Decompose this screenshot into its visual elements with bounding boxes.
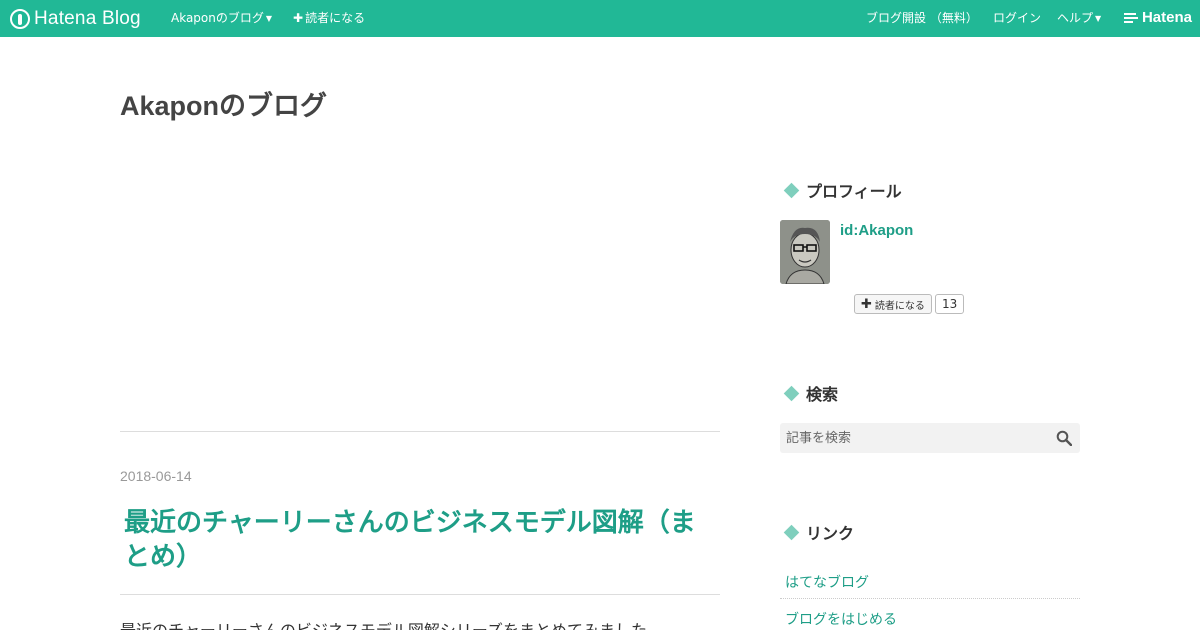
entry-title[interactable]: 最近のチャーリーさんのビジネスモデル図解（まとめ） (124, 506, 720, 574)
search-input[interactable] (780, 423, 1050, 453)
subscribe-button[interactable]: ✚ 読者になる (854, 294, 932, 314)
hatena-blog-logo[interactable]: Hatena Blog (10, 7, 141, 31)
subscribe-button-label: 読者になる (874, 300, 925, 312)
global-header: Hatena Blog Akaponのブログ ▼ ✚ 読者になる ブログ開設 （無料… (0, 0, 1200, 37)
link-item-start-blog[interactable]: ブログをはじめる (780, 599, 1080, 630)
brand-text: Hatena (1141, 9, 1192, 26)
divider (120, 431, 720, 432)
links-heading: リンク (783, 520, 855, 544)
logo-text: Hatena Blog (34, 8, 141, 29)
help-label: ヘルプ (1057, 11, 1094, 25)
link-item-hatena-blog[interactable]: はてなブログ (780, 562, 1080, 599)
header-subscribe-link[interactable]: ✚ 読者になる (293, 10, 365, 26)
login-link[interactable]: ログイン (993, 10, 1041, 26)
hatena-blog-logo-icon (10, 9, 30, 29)
caret-down-icon: ▼ (1095, 14, 1102, 23)
links-heading-label: リンク (806, 524, 855, 543)
diamond-icon (783, 524, 800, 540)
plus-icon: ✚ (293, 11, 304, 25)
entry-body: 最近のチャーリーさんのビジネスモデル図解シリーズをまとめてみました (120, 617, 720, 630)
blog-menu-label: Akaponのブログ (171, 11, 264, 25)
hatena-brand-icon (1123, 12, 1138, 23)
entry-date[interactable]: 2018-06-14 (120, 468, 192, 484)
header-subscribe-label: 読者になる (305, 11, 366, 25)
avatar[interactable] (780, 220, 830, 284)
hatena-brand-link[interactable]: Hatena (1123, 9, 1192, 26)
divider (120, 594, 720, 595)
search-heading-label: 検索 (806, 385, 839, 404)
blog-menu-dropdown[interactable]: Akaponのブログ ▼ (171, 10, 272, 27)
diamond-icon (783, 385, 800, 401)
help-dropdown[interactable]: ヘルプ ▼ (1057, 10, 1101, 27)
subscriber-count[interactable]: 13 (935, 294, 965, 314)
profile-heading: プロフィール (783, 178, 902, 202)
blog-title[interactable]: Akaponのブログ (120, 84, 327, 123)
profile-heading-label: プロフィール (806, 182, 902, 201)
search-box (780, 423, 1080, 453)
plus-icon: ✚ (861, 296, 872, 312)
search-heading: 検索 (783, 381, 839, 405)
open-blog-link[interactable]: ブログ開設 （無料） (866, 10, 978, 26)
search-icon[interactable] (1056, 430, 1072, 446)
link-item-label: ブログをはじめる (785, 612, 897, 628)
link-item-label: はてなブログ (785, 575, 869, 591)
caret-down-icon: ▼ (265, 14, 273, 23)
profile-user-id[interactable]: id:Akapon (840, 222, 913, 239)
diamond-icon (783, 182, 800, 198)
